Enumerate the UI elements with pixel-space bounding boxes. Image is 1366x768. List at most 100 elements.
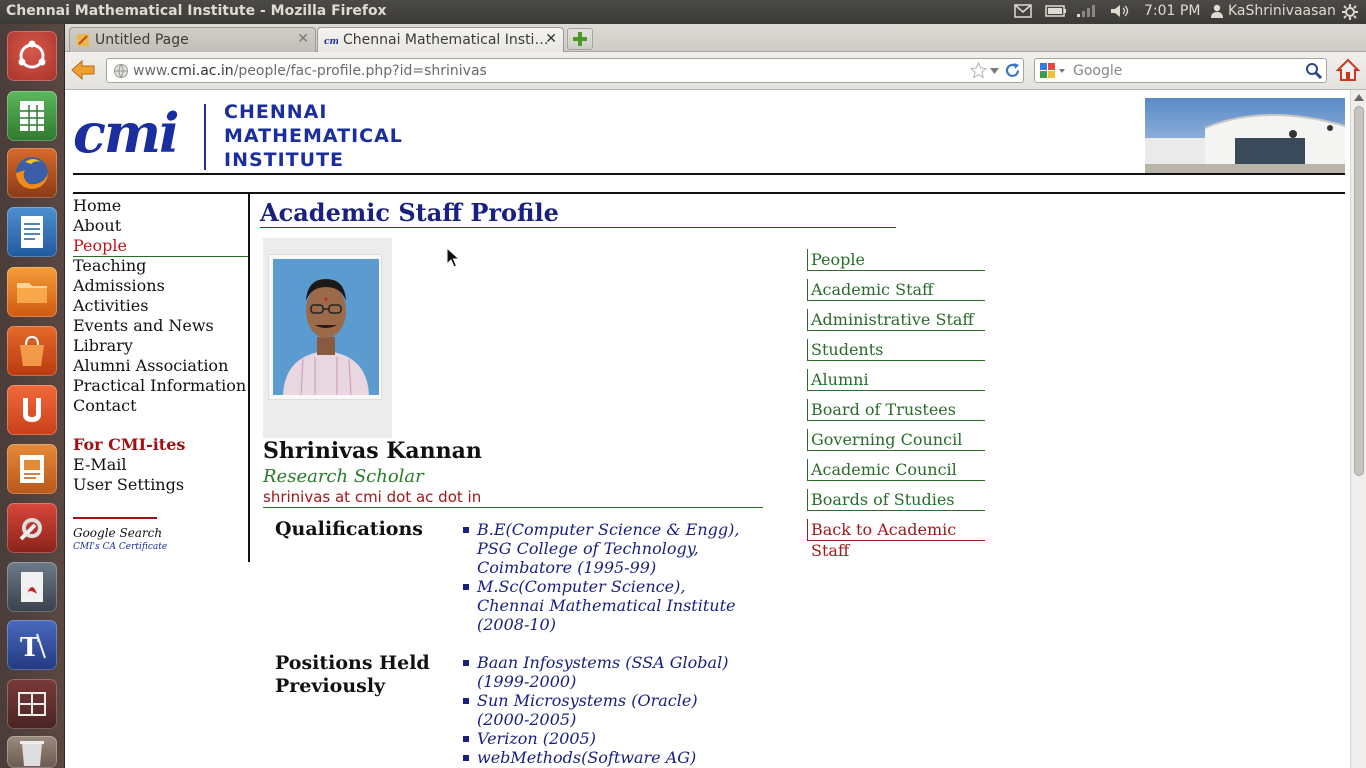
side-link-people[interactable]: People: [807, 249, 985, 271]
new-tab-button[interactable]: [567, 28, 593, 50]
ca-certificate-link[interactable]: CMI's CA Certificate: [73, 541, 249, 553]
ubuntu-one-icon[interactable]: [7, 385, 57, 435]
tab-label: Chennai Mathematical Insti…: [343, 32, 549, 48]
side-link-administrative-staff[interactable]: Administrative Staff: [807, 309, 985, 331]
clock[interactable]: 7:01 PM: [1144, 3, 1200, 19]
header-rule: [73, 192, 1345, 194]
nav-link-admissions[interactable]: Admissions: [73, 276, 249, 296]
software-center-icon[interactable]: [7, 326, 57, 376]
nav-link-user-settings[interactable]: User Settings: [73, 475, 249, 495]
battery-icon[interactable]: [1045, 4, 1067, 18]
home-icon[interactable]: [1336, 58, 1360, 82]
settings-gear-icon[interactable]: [1341, 3, 1359, 21]
url-path: /people/fac-profile.php?id=shrinivas: [233, 63, 487, 79]
close-tab-icon[interactable]: ✕: [297, 31, 309, 47]
reload-icon[interactable]: [1004, 62, 1021, 79]
nav-link-about[interactable]: About: [73, 216, 249, 236]
cmi-logo[interactable]: cmi CHENNAI MATHEMATICAL INSTITUTE: [73, 98, 423, 176]
navigation-bar: www.cmi.ac.in/people/fac-profile.php?id=…: [65, 52, 1366, 90]
firefox-icon[interactable]: [7, 148, 57, 198]
network-icon[interactable]: [1075, 4, 1097, 18]
page-favicon-icon: [77, 34, 89, 46]
list-item: Verizon (2005): [463, 729, 753, 748]
workspaces-icon[interactable]: [7, 679, 57, 729]
side-link-board-of-trustees[interactable]: Board of Trustees: [807, 399, 985, 421]
files-icon[interactable]: [7, 267, 57, 317]
nav-link-activities[interactable]: Activities: [73, 296, 249, 316]
globe-icon: [114, 64, 128, 79]
chevron-down-icon[interactable]: [990, 68, 999, 74]
qualifications-list: B.E(Computer Science & Engg), PSG Colleg…: [463, 520, 753, 634]
pdf-viewer-icon[interactable]: [7, 562, 57, 612]
volume-icon[interactable]: [1109, 4, 1131, 18]
nav-link-practical-information[interactable]: Practical Information: [73, 376, 249, 396]
qualifications-heading: Qualifications: [275, 518, 423, 540]
person-role: Research Scholar: [263, 466, 424, 487]
url-bar[interactable]: www.cmi.ac.in/people/fac-profile.php?id=…: [106, 58, 1024, 83]
for-cmi-ites-heading: For CMI-ites: [73, 435, 186, 454]
logo-line: CHENNAI: [224, 101, 328, 123]
nav-link-events-and-news[interactable]: Events and News: [73, 316, 249, 336]
trash-icon[interactable]: [7, 736, 57, 768]
list-item: Sun Microsystems (Oracle) (2000-2005): [463, 691, 753, 729]
header-rule: [73, 173, 1345, 175]
side-link-governing-council[interactable]: Governing Council: [807, 429, 985, 451]
mouse-pointer-icon: [446, 247, 460, 268]
list-item: M.Sc(Computer Science), Chennai Mathemat…: [463, 577, 753, 634]
top-panel: Chennai Mathematical Institute - Mozilla…: [0, 0, 1366, 24]
page-scrollbar[interactable]: [1350, 90, 1366, 768]
back-arrow-icon[interactable]: [70, 58, 96, 82]
nav-link-alumni-association[interactable]: Alumni Association: [73, 356, 249, 376]
side-link-alumni[interactable]: Alumni: [807, 369, 985, 391]
info-rule: [263, 507, 763, 508]
right-navigation: People Academic Staff Administrative Sta…: [807, 249, 985, 560]
search-bar[interactable]: Google: [1034, 58, 1327, 83]
left-navigation: Home About People Teaching Admissions Ac…: [73, 196, 249, 553]
spreadsheet-icon[interactable]: [7, 91, 57, 141]
document-writer-icon[interactable]: [7, 207, 57, 257]
person-email: shrinivas at cmi dot ac dot in: [263, 488, 482, 506]
logo-line: INSTITUTE: [224, 149, 345, 171]
tex-editor-icon[interactable]: T: [7, 620, 57, 670]
positions-list: Baan Infosystems (SSA Global) (1999-2000…: [463, 653, 753, 767]
nav-link-contact[interactable]: Contact: [73, 396, 249, 416]
side-link-academic-council[interactable]: Academic Council: [807, 459, 985, 481]
url-prefix: www.: [133, 63, 171, 79]
google-engine-icon[interactable]: [1039, 62, 1067, 79]
nav-link-people[interactable]: People: [73, 236, 249, 257]
search-icon[interactable]: [1305, 62, 1323, 80]
tab-cmi[interactable]: cmi Chennai Mathematical Insti… ✕: [317, 27, 564, 52]
launcher: T: [0, 24, 65, 768]
logo-mark: cmi: [73, 101, 180, 165]
tab-bar: Untitled Page ✕ cmi Chennai Mathematical…: [65, 24, 1366, 52]
back-to-academic-staff-link[interactable]: Back to Academic Staff: [807, 519, 985, 560]
scroll-thumb[interactable]: [1354, 106, 1364, 476]
google-search-link[interactable]: Google Search: [73, 525, 249, 541]
tab-untitled-page[interactable]: Untitled Page ✕: [69, 27, 316, 52]
close-tab-icon[interactable]: ✕: [545, 31, 557, 47]
nav-link-teaching[interactable]: Teaching: [73, 256, 249, 276]
mail-icon[interactable]: [1014, 4, 1032, 18]
logo-line: MATHEMATICAL: [224, 125, 403, 147]
impress-icon[interactable]: [7, 444, 57, 494]
profile-photo: [263, 238, 392, 438]
nav-link-email[interactable]: E-Mail: [73, 455, 249, 475]
bookmark-star-icon[interactable]: [970, 62, 987, 79]
list-item: Baan Infosystems (SSA Global) (1999-2000…: [463, 653, 753, 691]
user-icon[interactable]: [1210, 4, 1224, 18]
positions-heading: Positions Held Previously: [275, 652, 430, 698]
ubuntu-dash-icon[interactable]: [7, 31, 57, 81]
positions-heading-line: Positions Held: [275, 652, 430, 674]
system-settings-icon[interactable]: [7, 503, 57, 553]
nav-link-library[interactable]: Library: [73, 336, 249, 356]
user-name[interactable]: KaShrinivaasan: [1228, 3, 1336, 19]
page-title: Academic Staff Profile: [260, 198, 559, 227]
window-title: Chennai Mathematical Institute - Mozilla…: [6, 3, 387, 19]
scroll-up-arrow-icon[interactable]: [1354, 93, 1364, 101]
nav-link-home[interactable]: Home: [73, 196, 249, 216]
side-link-students[interactable]: Students: [807, 339, 985, 361]
logo-text: CHENNAI MATHEMATICAL INSTITUTE: [224, 100, 403, 172]
title-rule: [260, 227, 896, 228]
side-link-boards-of-studies[interactable]: Boards of Studies: [807, 489, 985, 511]
side-link-academic-staff[interactable]: Academic Staff: [807, 279, 985, 301]
